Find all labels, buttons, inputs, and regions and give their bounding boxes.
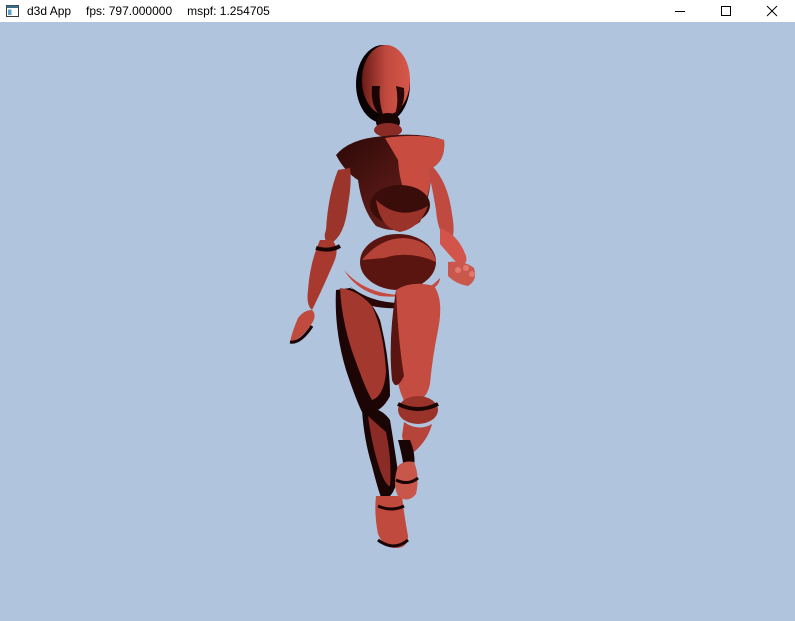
close-button[interactable] xyxy=(749,0,795,22)
skinned-character-model xyxy=(289,45,476,548)
window-controls xyxy=(657,0,795,22)
mspf-readout: mspf: 1.254705 xyxy=(187,4,270,18)
title-bar[interactable]: d3d App fps: 797.000000 mspf: 1.254705 xyxy=(0,0,795,22)
character-front-leg xyxy=(390,283,441,500)
close-icon xyxy=(766,5,778,17)
render-viewport[interactable] xyxy=(0,22,795,621)
d3d-app-window: d3d App fps: 797.000000 mspf: 1.254705 xyxy=(0,0,795,621)
character-head xyxy=(356,45,410,123)
window-title: d3d App xyxy=(27,4,72,18)
maximize-button[interactable] xyxy=(703,0,749,22)
fps-readout: fps: 797.000000 xyxy=(86,4,173,18)
app-window-icon xyxy=(6,4,20,18)
minimize-button[interactable] xyxy=(657,0,703,22)
maximize-icon xyxy=(721,6,731,16)
minimize-icon xyxy=(675,11,685,12)
character-torso xyxy=(336,134,445,232)
